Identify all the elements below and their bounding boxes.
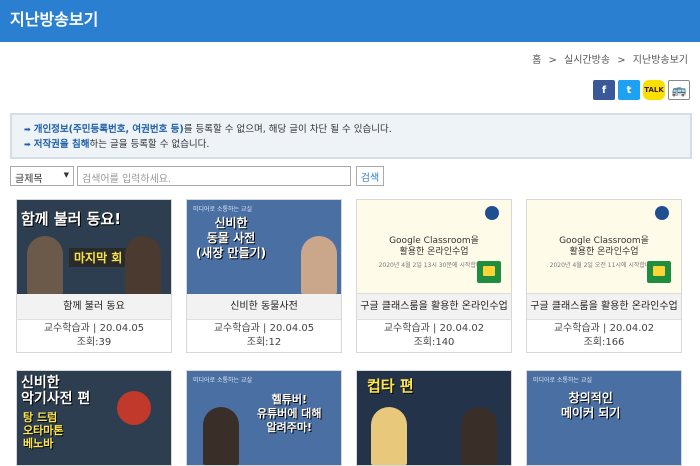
thumbnail-title: 창의적인 메이커 되기: [561, 391, 621, 420]
video-thumbnail[interactable]: 신비한 악기사전 편 탕 드럼 오타마톤 베노바: [17, 371, 171, 465]
video-thumbnail[interactable]: 미디어로 소통하는 교실 헬튜버! 유튜버에 대해 알려주마!: [187, 371, 341, 465]
page-header: 지난방송보기: [0, 0, 700, 42]
search-input[interactable]: 검색어를 입력하세요.: [77, 166, 351, 186]
search-field-select[interactable]: 글제목: [10, 166, 74, 186]
video-thumbnail[interactable]: 함께 불러 동요! 마지막 회: [17, 200, 171, 294]
video-thumbnail[interactable]: 미디어로 소통하는 교실 신비한 동물 사전 (새장 만들기): [187, 200, 341, 294]
video-thumbnail[interactable]: 컵타 편: [357, 371, 511, 465]
thumbnail-tag: 미디어로 소통하는 교실: [193, 206, 253, 213]
arrow-icon: ➡: [24, 140, 31, 149]
thumbnail-title: Google Classroom을 활용한 온라인수업: [389, 236, 479, 257]
bus-icon[interactable]: 🚌: [668, 80, 690, 100]
thumbnail-title: Google Classroom을 활용한 온라인수업: [559, 236, 649, 257]
thumbnail-tag: 미디어로 소통하는 교실: [533, 377, 593, 384]
video-title[interactable]: 신비한 동물사전: [187, 294, 341, 320]
presenter-image: [203, 407, 239, 465]
school-logo-icon: [485, 206, 499, 220]
video-title[interactable]: 구글 클래스룸을 활용한 온라인수업: [527, 294, 681, 320]
thumbnail-tag: 미디어로 소통하는 교실: [193, 377, 253, 384]
presenter-image: [301, 236, 337, 294]
thumbnail-title: 함께 불러 동요!: [21, 210, 122, 228]
breadcrumb-separator: >: [548, 55, 557, 66]
video-thumbnail[interactable]: 미디어로 소통하는 교실 창의적인 메이커 되기: [527, 371, 681, 465]
presenter-image: [461, 407, 497, 465]
video-title[interactable]: 함께 불러 동요: [17, 294, 171, 320]
breadcrumb-parent[interactable]: 실시간방송: [564, 55, 610, 66]
video-title[interactable]: 구글 클래스룸을 활용한 온라인수업: [357, 294, 511, 320]
presenter-image: [27, 236, 63, 294]
video-card[interactable]: 미디어로 소통하는 교실 헬튜버! 유튜버에 대해 알려주마!: [186, 370, 342, 466]
thumbnail-subtitle: 탕 드럼 오타마톤 베노바: [23, 411, 64, 450]
presenter-image: [125, 236, 161, 294]
google-classroom-icon: [647, 261, 671, 283]
video-card[interactable]: Google Classroom을 활용한 온라인수업 2020년 4월 2일 …: [356, 199, 512, 353]
video-thumbnail[interactable]: Google Classroom을 활용한 온라인수업 2020년 4월 2일 …: [357, 200, 511, 294]
video-meta: 교수학습과 | 20.04.02 조회:140: [383, 323, 485, 348]
breadcrumb-separator: >: [617, 55, 626, 66]
notice-line-personal-info: ➡ 개인정보(주민등록번호, 여권번호 등)를 등록할 수 없으며, 해당 글이 …: [24, 124, 392, 135]
presenter-image: [371, 407, 407, 465]
breadcrumb: 홈 > 실시간방송 > 지난방송보기: [530, 51, 690, 66]
thumbnail-title: 신비한 악기사전 편: [21, 375, 91, 407]
thumbnail-title: 컵타 편: [367, 377, 414, 395]
video-card[interactable]: 컵타 편: [356, 370, 512, 466]
thumbnail-badge: 마지막 회: [69, 248, 128, 267]
notice-line-copyright: ➡ 저작권을 침해하는 글을 등록할 수 없습니다.: [24, 139, 210, 150]
breadcrumb-current: 지난방송보기: [632, 55, 688, 66]
drum-image: [117, 391, 151, 425]
school-logo-icon: [655, 206, 669, 220]
video-meta: 교수학습과 | 20.04.05 조회:39: [43, 323, 145, 348]
video-meta: 교수학습과 | 20.04.05 조회:12: [213, 323, 315, 348]
thumbnail-title: 신비한 동물 사전 (새장 만들기): [195, 216, 267, 260]
social-share-bar: f t TALK 🚌: [593, 80, 690, 100]
video-thumbnail[interactable]: Google Classroom을 활용한 온라인수업 2020년 4월 2일 …: [527, 200, 681, 294]
search-button[interactable]: 검색: [356, 166, 384, 186]
kakaotalk-share-icon[interactable]: TALK: [643, 80, 665, 100]
video-meta: 교수학습과 | 20.04.02 조회:166: [553, 323, 655, 348]
video-card[interactable]: 미디어로 소통하는 교실 신비한 동물 사전 (새장 만들기) 신비한 동물사전…: [186, 199, 342, 353]
arrow-icon: ➡: [24, 125, 31, 134]
video-card[interactable]: 신비한 악기사전 편 탕 드럼 오타마톤 베노바: [16, 370, 172, 466]
video-card[interactable]: Google Classroom을 활용한 온라인수업 2020년 4월 2일 …: [526, 199, 682, 353]
video-card[interactable]: 함께 불러 동요! 마지막 회 함께 불러 동요 교수학습과 | 20.04.0…: [16, 199, 172, 353]
search-bar: 글제목 검색어를 입력하세요. 검색: [10, 166, 384, 186]
google-classroom-icon: [477, 261, 501, 283]
page-title: 지난방송보기: [10, 10, 99, 29]
facebook-share-icon[interactable]: f: [593, 80, 615, 100]
thumbnail-title: 헬튜버! 유튜버에 대해 알려주마!: [257, 393, 322, 434]
video-card[interactable]: 미디어로 소통하는 교실 창의적인 메이커 되기: [526, 370, 682, 466]
notice-box: ➡ 개인정보(주민등록번호, 여권번호 등)를 등록할 수 없으며, 해당 글이 …: [10, 113, 692, 159]
breadcrumb-home[interactable]: 홈: [532, 55, 541, 66]
twitter-share-icon[interactable]: t: [618, 80, 640, 100]
